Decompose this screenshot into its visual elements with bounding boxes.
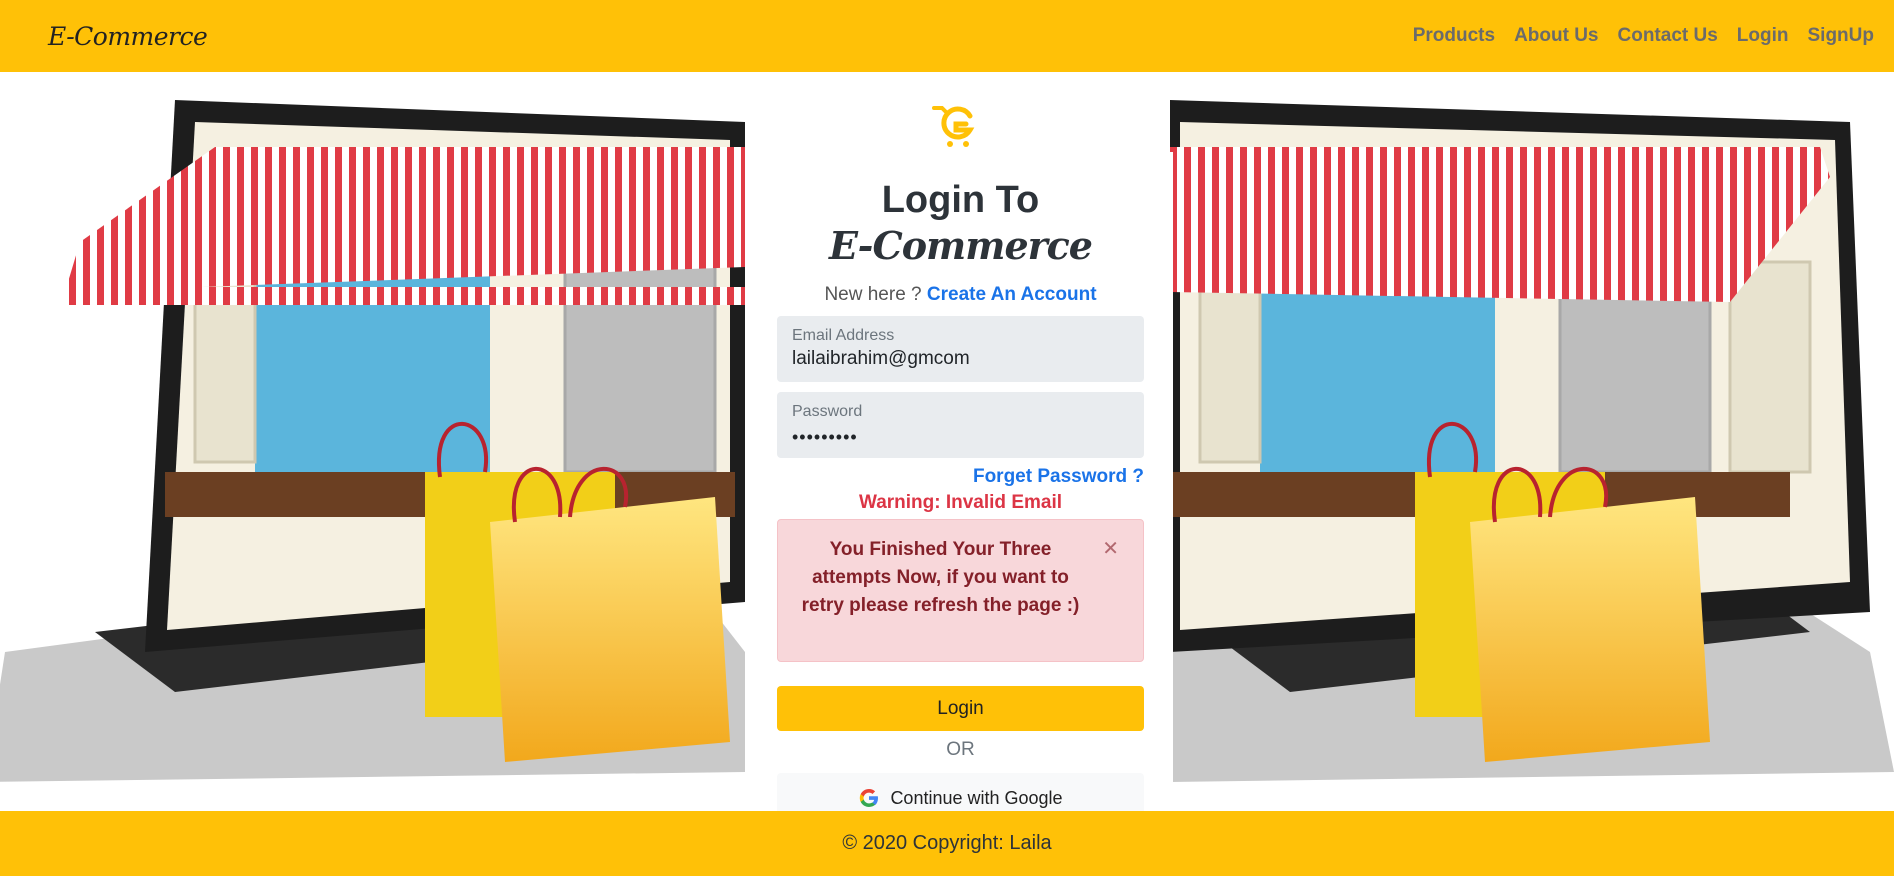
email-input[interactable]: lailaibrahim@gmcom: [792, 346, 1129, 372]
login-button[interactable]: Login: [777, 686, 1144, 731]
copyright-text: © 2020 Copyright: Laila: [842, 832, 1052, 854]
nav-link-contact[interactable]: Contact Us: [1618, 25, 1718, 47]
password-field[interactable]: Password •••••••••: [777, 392, 1144, 458]
cart-logo-icon: [932, 106, 975, 147]
or-divider: OR: [946, 739, 975, 760]
nav-link-signup[interactable]: SignUp: [1808, 25, 1875, 47]
nav-link-products[interactable]: Products: [1413, 25, 1495, 47]
laptop-shop-illustration-left: [0, 100, 745, 782]
alert-message: You Finished Your Three attempts Now, if…: [801, 539, 1080, 616]
new-here-label: New here ?: [824, 284, 922, 305]
footer: © 2020 Copyright: Laila: [0, 811, 1894, 876]
brand-logo[interactable]: E-Commerce: [48, 22, 208, 51]
google-login-button[interactable]: Continue with Google: [777, 773, 1144, 811]
google-button-label: Continue with Google: [890, 787, 1063, 808]
nav-link-about[interactable]: About Us: [1514, 25, 1598, 47]
password-label: Password: [792, 403, 863, 420]
invalid-email-warning: Warning: Invalid Email: [858, 492, 1063, 513]
login-card: Login To E-Commerce New here ? Create An…: [748, 152, 1173, 811]
password-input[interactable]: •••••••••: [792, 424, 1129, 450]
forget-password-link[interactable]: Forget Password ?: [777, 466, 1144, 488]
attempts-alert: You Finished Your Three attempts Now, if…: [777, 519, 1144, 662]
create-account-link[interactable]: Create An Account: [927, 284, 1097, 305]
login-title: Login To: [881, 179, 1040, 221]
laptop-shop-illustration-right: [1170, 100, 1894, 782]
nav-links: Products About Us Contact Us Login SignU…: [1413, 25, 1874, 47]
email-label: Email Address: [792, 327, 895, 344]
close-icon[interactable]: ✕: [1102, 536, 1119, 561]
navbar: E-Commerce Products About Us Contact Us …: [0, 0, 1894, 72]
nav-link-login[interactable]: Login: [1737, 25, 1789, 47]
google-icon: [860, 789, 879, 807]
login-brand-title: E-Commerce: [829, 223, 1093, 268]
email-field[interactable]: Email Address lailaibrahim@gmcom: [777, 316, 1144, 382]
new-here-text: New here ? Create An Account: [777, 284, 1144, 306]
